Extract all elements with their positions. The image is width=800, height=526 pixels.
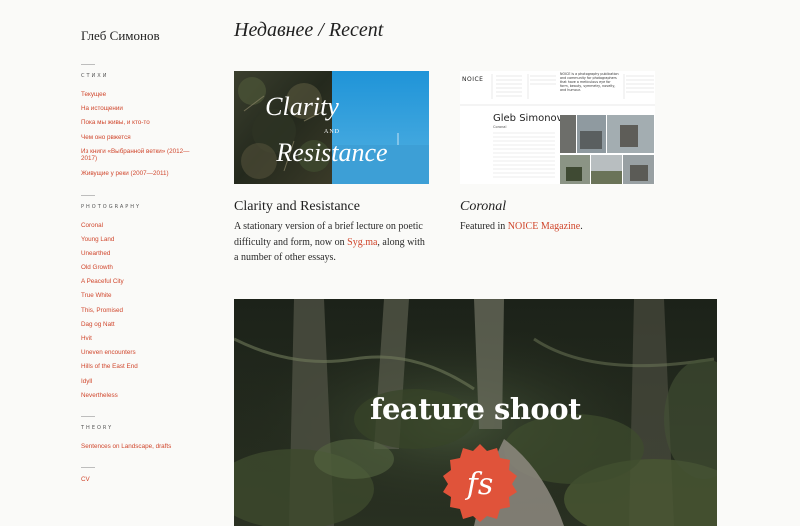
card-title-clarity[interactable]: Clarity and Resistance <box>234 199 430 215</box>
sidebar-heading-theory: THEORY <box>81 424 114 431</box>
card-desc-clarity: A stationary version of a brief lecture … <box>234 221 425 263</box>
badge-fs-text: fs <box>465 467 494 502</box>
sidebar-item-this-promised[interactable]: This, Promised <box>81 307 201 315</box>
sidebar-item-exhaustion[interactable]: На истощении <box>81 105 201 113</box>
sidebar-item-chosen-branch[interactable]: Из книги «Выбранной ветки» (2012—2017) <box>81 148 201 163</box>
sidebar-section-theory: THEORY Sentences on Landscape, drafts <box>81 415 201 451</box>
noice-blurb: NOICE is a photography publication and c… <box>560 72 619 92</box>
sidebar-item-idyll[interactable]: Idyll <box>81 378 201 386</box>
feature-shoot-badge-icon: fs <box>443 444 517 522</box>
thumb-text-and: AND <box>324 129 340 135</box>
sidebar-heading-poems: СТИХИ <box>81 73 109 79</box>
card-clarity-resistance: Clarity AND Resistance Clarity and Resis… <box>234 71 430 266</box>
sidebar-item-river[interactable]: Живущие у реки (2007—2011) <box>81 170 201 178</box>
card-desc-coronal: Featured in NOICE Magazine. <box>460 221 583 232</box>
sidebar-item-young-land[interactable]: Young Land <box>81 236 201 244</box>
sidebar-section-poems: СТИХИ Текущее На истощении Пока мы живы,… <box>81 64 201 178</box>
sidebar-section-photography: PHOTOGRAPHY Coronal Young Land Unearthed… <box>81 194 201 400</box>
thumb-sub-coronal: Coronal <box>493 125 506 129</box>
divider <box>81 64 95 65</box>
sidebar-item-unearthed[interactable]: Unearthed <box>81 250 201 258</box>
sidebar-item-hills-east-end[interactable]: Hills of the East End <box>81 363 201 371</box>
sidebar-item-dag-og-natt[interactable]: Dag og Natt <box>81 321 201 329</box>
sidebar-item-hvit[interactable]: Hvit <box>81 335 201 343</box>
link-noice-magazine[interactable]: NOICE Magazine <box>508 221 580 232</box>
sidebar: СТИХИ Текущее На истощении Пока мы живы,… <box>81 64 201 490</box>
feature-shoot-wordmark: feature shoot <box>369 392 582 426</box>
divider <box>81 467 95 469</box>
sidebar-item-nevertheless[interactable]: Nevertheless <box>81 392 201 400</box>
sidebar-item-true-white[interactable]: True White <box>81 292 201 300</box>
sidebar-item-coronal[interactable]: Coronal <box>81 222 201 230</box>
card-coronal: NOICE NOICE is a photography publication… <box>460 71 656 235</box>
card-title-coronal[interactable]: Coronal <box>460 199 656 215</box>
link-syg-ma[interactable]: Syg.ma <box>347 237 377 248</box>
feature-shoot-banner[interactable]: feature shoot fs <box>234 299 717 526</box>
site-title[interactable]: Глеб Симонов <box>81 28 160 44</box>
divider <box>81 194 95 196</box>
thumb-text-clarity: Clarity <box>265 92 339 121</box>
sidebar-item-sentences-landscape[interactable]: Sentences on Landscape, drafts <box>81 443 201 451</box>
clarity-resistance-thumbnail[interactable]: Clarity AND Resistance <box>234 71 429 184</box>
thumb-name-gleb: Gleb Simonov <box>493 113 563 124</box>
thumb-text-resistance: Resistance <box>275 138 387 167</box>
page-title: Недавнее / Recent <box>234 19 384 41</box>
sidebar-item-cv[interactable]: CV <box>81 476 201 484</box>
sidebar-item-uneven-encounters[interactable]: Uneven encounters <box>81 349 201 357</box>
sidebar-heading-photography: PHOTOGRAPHY <box>81 203 142 210</box>
sidebar-item-current[interactable]: Текущее <box>81 91 201 99</box>
sidebar-item-peaceful-city[interactable]: A Peaceful City <box>81 278 201 286</box>
coronal-thumbnail[interactable]: NOICE NOICE is a photography publication… <box>460 71 655 184</box>
sidebar-item-while-alive[interactable]: Пока мы живы, и кто-то <box>81 119 201 127</box>
divider <box>81 415 95 417</box>
noice-logo: NOICE <box>462 76 483 83</box>
sidebar-item-torn[interactable]: Чем оно рвжется <box>81 134 201 142</box>
sidebar-section-cv: CV <box>81 467 201 484</box>
sidebar-item-old-growth[interactable]: Old Growth <box>81 264 201 272</box>
